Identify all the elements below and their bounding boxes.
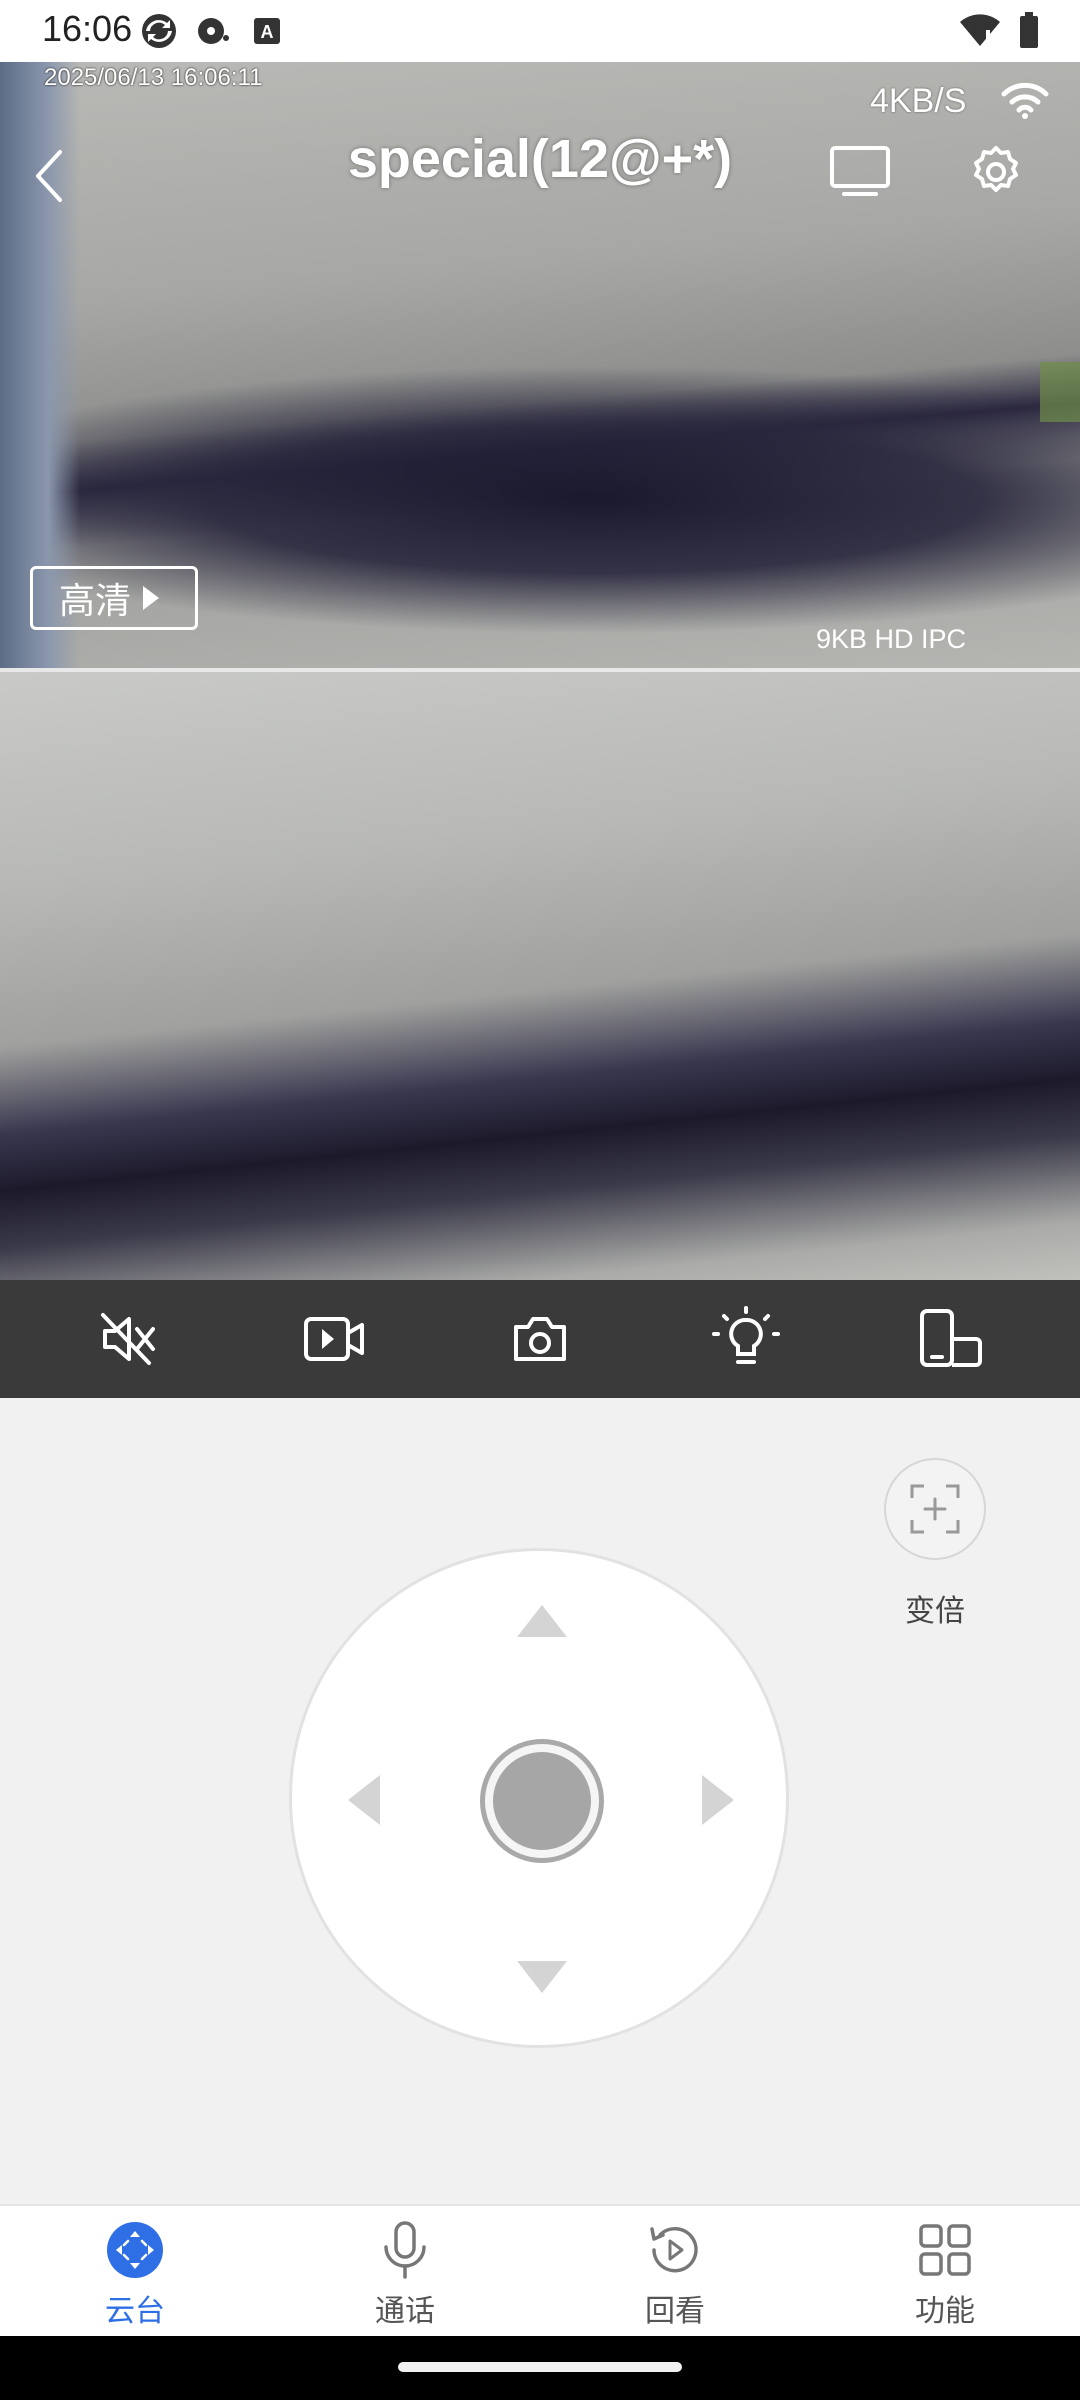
ptz-joystick[interactable]: [289, 1548, 789, 2048]
tab-functions[interactable]: 功能: [810, 2206, 1080, 2336]
quality-switch-button[interactable]: 高清: [30, 566, 198, 630]
video-timestamp: 2025/06/13 16:06:11: [44, 64, 263, 91]
video-feed-bottom[interactable]: [0, 672, 1080, 1280]
zoom-icon: [910, 1484, 960, 1534]
pan-down-arrow-icon[interactable]: [517, 1961, 567, 1993]
video-toolbar: [0, 1280, 1080, 1398]
settings-gear-icon[interactable]: [966, 142, 1026, 207]
tab-label: 回看: [645, 2295, 705, 2328]
media-icon: [194, 12, 232, 55]
zoom-label: 变倍: [905, 1595, 965, 1628]
sync-icon: [140, 12, 178, 55]
battery-icon: [1018, 12, 1040, 55]
phone-layout-icon: [920, 1309, 983, 1367]
pan-up-arrow-icon[interactable]: [517, 1605, 567, 1637]
microphone-icon: [375, 2220, 435, 2280]
signal-wifi-icon: [1000, 80, 1050, 125]
grid-icon: [915, 2220, 975, 2280]
status-time: 16:06: [42, 8, 133, 49]
record-icon: [304, 1317, 365, 1361]
ptz-control-panel: 变倍: [0, 1398, 1080, 2204]
system-nav-bar: [0, 2336, 1080, 2400]
quality-label: 高清: [59, 580, 132, 621]
phone-layout-button[interactable]: [911, 1299, 991, 1379]
svg-text:A: A: [261, 22, 274, 42]
zoom-button[interactable]: [884, 1458, 986, 1560]
tab-label: 云台: [105, 2295, 165, 2328]
mute-icon: [100, 1313, 155, 1365]
mute-button[interactable]: [89, 1299, 169, 1379]
light-button[interactable]: [706, 1299, 786, 1379]
tab-label: 通话: [375, 2295, 435, 2328]
tab-label: 功能: [915, 2295, 975, 2328]
tab-ptz[interactable]: 云台: [0, 2206, 270, 2336]
bottom-tab-bar: 云台 通话 回看 功能: [0, 2204, 1080, 2336]
snapshot-icon: [513, 1317, 566, 1361]
wifi-icon: [960, 14, 1000, 53]
keyboard-icon: A: [248, 12, 286, 55]
home-gesture-pill[interactable]: [398, 2362, 682, 2372]
net-speed: 4KB/S: [870, 82, 967, 120]
light-icon: [711, 1306, 780, 1364]
record-button[interactable]: [294, 1299, 374, 1379]
pan-right-arrow-icon[interactable]: [702, 1775, 734, 1825]
snapshot-button[interactable]: [500, 1299, 580, 1379]
ptz-icon: [105, 2220, 165, 2280]
tab-talk[interactable]: 通话: [270, 2206, 540, 2336]
pan-left-arrow-icon[interactable]: [348, 1775, 380, 1825]
joystick-center[interactable]: [480, 1739, 604, 1863]
play-triangle-icon: [143, 586, 160, 610]
screen-mode-button[interactable]: [828, 144, 892, 205]
playback-icon: [645, 2220, 705, 2280]
device-title: special(12@+*): [347, 129, 733, 189]
tab-playback[interactable]: 回看: [540, 2206, 810, 2336]
back-button[interactable]: [30, 148, 70, 204]
stream-info: 9KB HD IPC: [816, 624, 967, 654]
status-bar: 16:06 A: [0, 0, 1080, 62]
